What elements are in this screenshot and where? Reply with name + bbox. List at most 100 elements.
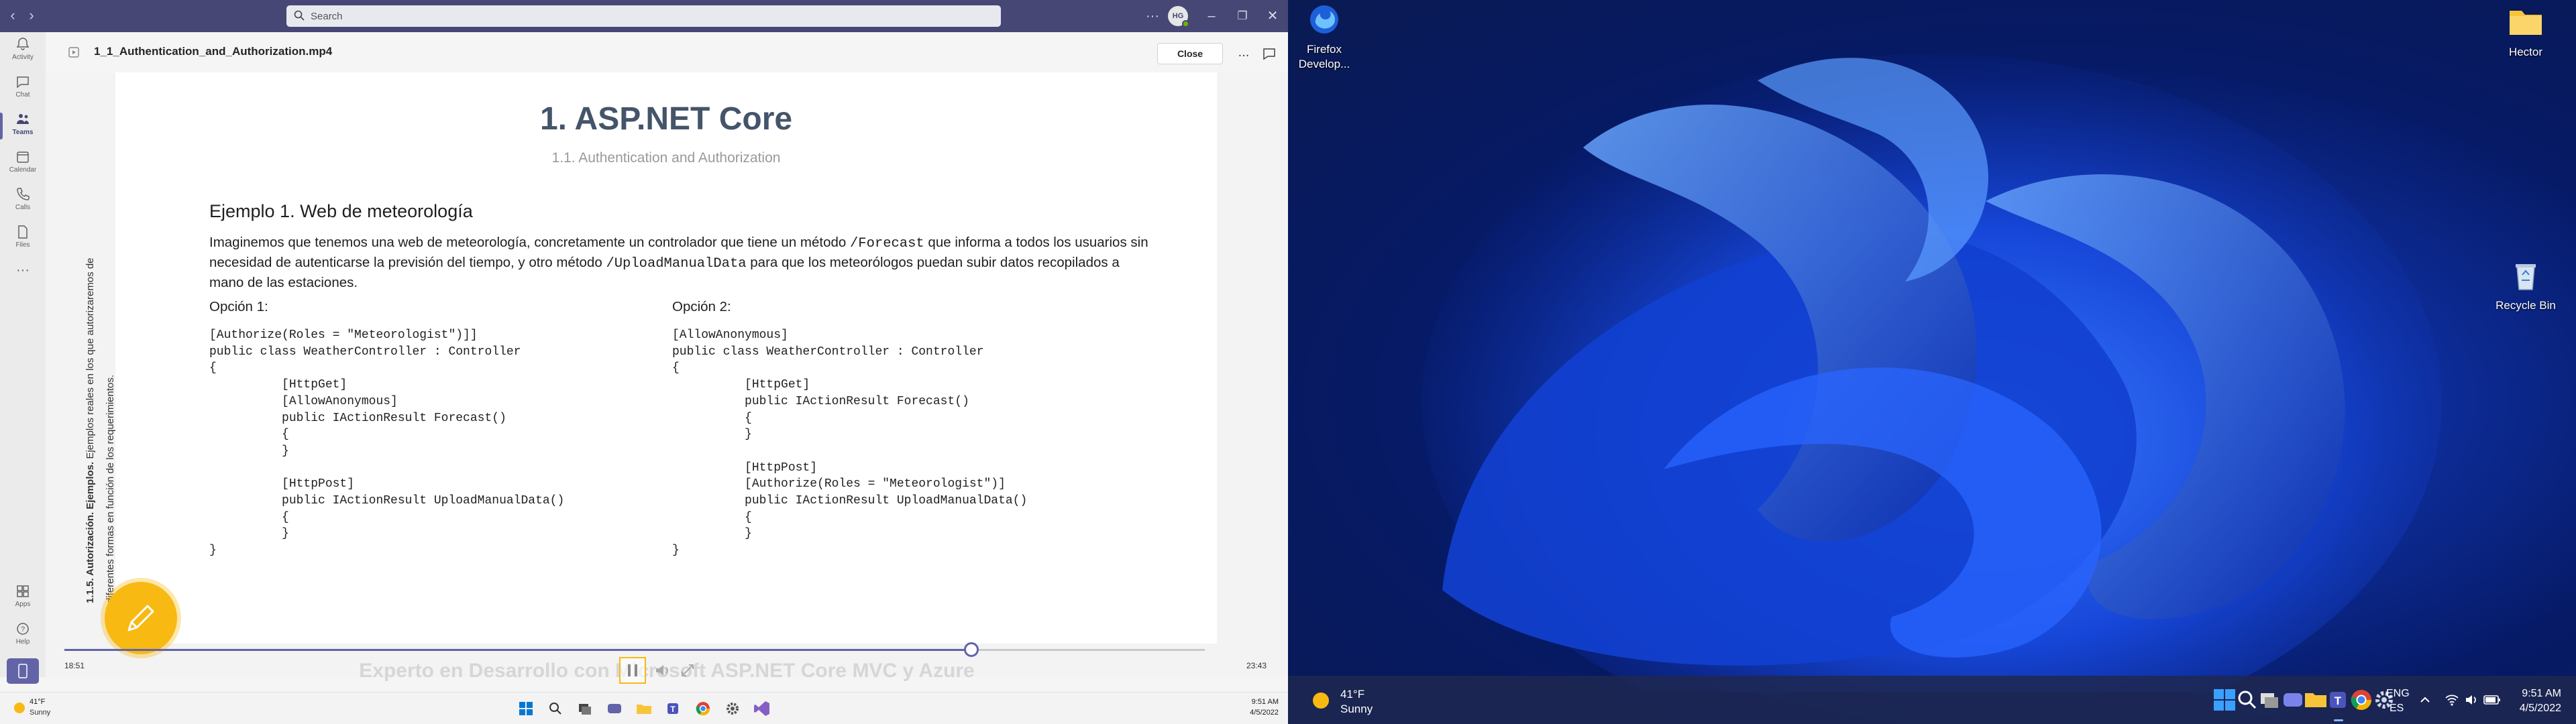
file-icon <box>18 225 28 239</box>
left-monitor: ‹ › ··· HG – ❐ ✕ Activity Chat Teams Cal… <box>0 0 1288 724</box>
video-player[interactable]: 1. ASP.NET Core 1.1. Authentication and … <box>46 72 1288 684</box>
help-icon: ? <box>17 623 29 635</box>
rail-label: Calendar <box>9 166 37 174</box>
clock-date: 4/5/2022 <box>1250 709 1279 717</box>
rail-item-calls[interactable]: Calls <box>0 182 46 220</box>
bloom-wallpaper <box>1422 54 2442 692</box>
volume-icon[interactable] <box>654 662 672 678</box>
visual-studio-icon[interactable] <box>753 699 771 718</box>
close-button[interactable]: Close <box>1157 43 1223 64</box>
chat-icon <box>17 76 29 88</box>
desktop-icon-hector[interactable]: Hector <box>2492 5 2559 60</box>
clock-time[interactable]: 9:51 AM <box>2522 688 2561 700</box>
desktop-icon-label: Hector <box>2508 46 2543 58</box>
weather-temp: 41°F <box>1340 688 1365 701</box>
side-caption-bold: 1.1.5. Autorización. Ejemplos. <box>85 461 96 603</box>
close-window-icon[interactable]: ✕ <box>1261 7 1284 25</box>
forward-arrow-icon[interactable]: › <box>23 7 40 24</box>
annotate-pencil-button[interactable] <box>105 582 177 654</box>
wifi-icon[interactable] <box>2445 693 2459 707</box>
clock-time[interactable]: 9:51 AM <box>1252 698 1279 706</box>
windows-start-icon[interactable] <box>517 699 535 718</box>
app-rail: Activity Chat Teams Calendar Calls Files… <box>0 32 46 684</box>
phone-icon <box>17 188 30 200</box>
search-box[interactable] <box>286 5 1001 27</box>
rail-label: Activity <box>12 54 34 61</box>
fullscreen-icon[interactable] <box>680 662 696 678</box>
rail-item-apps[interactable]: Apps <box>0 579 46 617</box>
teams-chat-icon[interactable] <box>605 699 624 718</box>
recycle-bin-icon <box>2516 264 2536 290</box>
avatar-initials: HG <box>1172 12 1184 20</box>
presence-available-icon <box>1182 20 1189 27</box>
more-options-button[interactable]: ... <box>1233 43 1254 64</box>
maximize-icon[interactable]: ❐ <box>1231 7 1254 25</box>
slide-side-caption: 1.1.5. Autorización. Ejemplos. Ejemplos … <box>80 228 123 603</box>
search-input[interactable] <box>309 5 987 27</box>
pencil-icon <box>127 605 154 631</box>
apps-icon <box>17 585 29 597</box>
play-controls <box>619 657 720 684</box>
more-options-icon[interactable]: ··· <box>1141 7 1164 25</box>
svg-text:T: T <box>670 705 676 714</box>
bell-icon <box>16 38 30 50</box>
rail-more-apps[interactable]: ··· <box>0 260 46 280</box>
desc-code: /Forecast <box>850 236 924 251</box>
desktop-icon-firefox-developer[interactable]: Firefox Develop... <box>1291 3 1358 72</box>
rail-item-teams[interactable]: Teams <box>0 107 46 145</box>
option2-label: Opción 2: <box>672 299 731 314</box>
rail-item-help[interactable]: ? Help <box>0 617 46 654</box>
desktop-icon-recycle-bin[interactable]: Recycle Bin <box>2492 259 2559 313</box>
desc-code: /UploadManualData <box>606 256 747 272</box>
option1-code: [Authorize(Roles = "Meteorologist")]] pu… <box>209 328 565 558</box>
example-heading: Ejemplo 1. Web de meteorología <box>209 201 473 221</box>
file-title: 1_1_Authentication_and_Authorization.mp4 <box>94 45 333 58</box>
rail-item-activity[interactable]: Activity <box>0 32 46 70</box>
rail-item-calendar[interactable]: Calendar <box>0 145 46 182</box>
svg-text:T: T <box>2334 695 2342 707</box>
rail-label: Apps <box>15 601 31 608</box>
weather-condition: Sunny <box>1340 703 1373 715</box>
slide-subtitle: 1.1. Authentication and Authorization <box>551 150 781 166</box>
volume-icon[interactable] <box>2465 693 2479 707</box>
sun-icon[interactable] <box>12 701 27 715</box>
pause-button[interactable] <box>619 657 646 684</box>
taskbar-left: 41°F Sunny T 9:51 AM 4/5/2022 <box>0 692 1288 724</box>
desktop-icon-label: Recycle Bin <box>2496 299 2556 312</box>
teams-app-icon[interactable]: T <box>664 699 683 718</box>
clock-date: 4/5/2022 <box>2519 703 2561 714</box>
slide: 1. ASP.NET Core 1.1. Authentication and … <box>85 72 1217 644</box>
minimize-icon[interactable]: – <box>1200 7 1223 25</box>
mobile-phone-icon <box>18 664 28 678</box>
active-app-indicator <box>2334 719 2343 721</box>
weather-condition: Sunny <box>30 709 51 717</box>
rail-item-files[interactable]: Files <box>0 220 46 257</box>
rail-label: Calls <box>15 204 31 211</box>
file-explorer-icon[interactable] <box>635 699 653 718</box>
desc-text: Imaginemos que tenemos una web de meteor… <box>209 235 850 250</box>
sun-icon[interactable] <box>1309 689 1332 712</box>
chrome-icon[interactable] <box>694 699 712 718</box>
chevron-up-icon[interactable] <box>2418 693 2432 707</box>
settings-gear-icon[interactable] <box>723 699 742 718</box>
teams-titlebar: ‹ › ··· HG – ❐ ✕ <box>0 0 1288 32</box>
conversation-icon[interactable] <box>1260 44 1279 63</box>
task-view-icon[interactable] <box>576 699 594 718</box>
back-arrow-icon[interactable]: ‹ <box>4 7 21 24</box>
rail-label: Chat <box>15 91 30 99</box>
desktop-icon-label: Develop... <box>1298 58 1350 70</box>
video-file-icon <box>68 47 79 58</box>
rail-item-chat[interactable]: Chat <box>0 70 46 107</box>
rail-label: Help <box>15 638 30 646</box>
download-mobile-button[interactable] <box>7 658 39 684</box>
avatar[interactable]: HG <box>1168 6 1189 27</box>
seek-thumb[interactable] <box>963 642 979 657</box>
right-monitor-desktop: Firefox Develop... Hector Recycle Bin 41… <box>1288 0 2576 724</box>
search-icon[interactable] <box>546 699 565 718</box>
search-icon <box>294 10 305 21</box>
seek-bar[interactable] <box>64 642 1205 657</box>
input-language[interactable]: ENG <box>2386 688 2410 700</box>
teams-icon <box>17 114 29 124</box>
battery-icon[interactable] <box>2483 695 2501 705</box>
more-dots-icon: ··· <box>16 263 30 278</box>
